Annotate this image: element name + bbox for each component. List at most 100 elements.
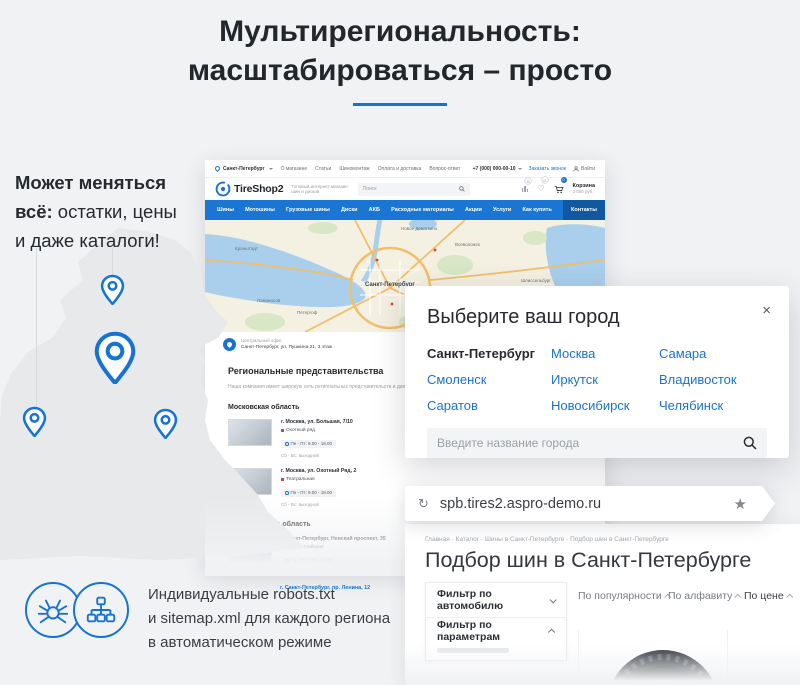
city-list: Санкт-Петербург Москва Самара Смоленск И… xyxy=(427,346,767,413)
chevron-up-icon xyxy=(786,593,793,600)
nav-item-disks[interactable]: Диски xyxy=(341,207,358,213)
wishlist-count-badge: 0 xyxy=(542,177,548,183)
side-note-line1: Может меняться xyxy=(15,172,166,193)
compare-button[interactable]: 0 xyxy=(522,186,532,192)
catalog-panel: Главная Каталог Шины в Санкт-Петербурге … xyxy=(405,524,800,685)
search-icon[interactable] xyxy=(743,436,757,450)
location-pin-icon-large xyxy=(93,331,137,389)
filter-box: Фильтр по автомобилю Фильтр по параметра… xyxy=(425,582,567,661)
svg-text:Всеволожск: Всеволожск xyxy=(455,242,480,247)
close-icon[interactable]: × xyxy=(762,302,771,319)
page-title-line1: Мультирегиональность: xyxy=(0,12,800,51)
topbar-link-about[interactable]: О магазине xyxy=(281,166,308,172)
site-tagline: Топовый интернет-магазин шин и дисков xyxy=(291,184,347,195)
url-text[interactable]: spb.tires2.aspro-demo.ru xyxy=(440,496,734,512)
filter-faded-option xyxy=(426,644,566,660)
topbar-link-articles[interactable]: Статьи xyxy=(315,166,331,172)
page-title-line2: масштабироваться – просто xyxy=(0,51,800,90)
site-logo-text[interactable]: TireShop2 xyxy=(234,183,283,195)
heart-icon: ♡ xyxy=(537,185,544,193)
pin-connector-line xyxy=(36,248,37,406)
nav-item-services[interactable]: Услуги xyxy=(493,207,511,213)
nav-item-moto[interactable]: Мотошины xyxy=(245,207,275,213)
nav-item-promo[interactable]: Акции xyxy=(465,207,482,213)
city-link-saratov[interactable]: Саратов xyxy=(427,398,551,413)
accent-divider xyxy=(353,103,447,106)
product-grid-divider xyxy=(578,630,579,685)
sort-by-price[interactable]: По цене xyxy=(744,590,793,602)
cart-button[interactable]: 0 xyxy=(554,185,567,194)
cart-total: 3 000 руб. xyxy=(573,189,596,195)
city-select-modal: Выберите ваш город × Санкт-Петербург Мос… xyxy=(405,286,789,458)
side-note-line3: и даже каталоги! xyxy=(15,226,177,255)
compare-count-badge: 0 xyxy=(525,178,531,184)
topbar-link-faq[interactable]: Вопрос-ответ xyxy=(429,166,460,172)
topbar-link-service[interactable]: Шиномонтаж xyxy=(339,166,369,172)
product-grid-divider xyxy=(727,630,728,685)
breadcrumb-current: Подбор шин в Санкт-Петербурге xyxy=(570,536,669,543)
filter-by-params-button[interactable]: Фильтр по параметрам xyxy=(426,617,566,644)
topbar-city-selector[interactable]: Санкт-Петербург xyxy=(223,166,265,172)
site-search-input[interactable]: Поиск xyxy=(358,183,470,196)
callback-link[interactable]: Заказать звонок xyxy=(529,166,566,172)
bookmark-star-icon[interactable]: ★ xyxy=(734,495,747,513)
geo-pin-icon xyxy=(214,165,221,172)
nav-item-akb[interactable]: АКБ xyxy=(369,207,380,213)
page-title: Мультирегиональность: масштабироваться –… xyxy=(0,12,800,90)
side-note: Может меняться всё: остатки, цены и даже… xyxy=(15,168,177,255)
city-link-samara[interactable]: Самара xyxy=(659,346,767,361)
login-link[interactable]: Войти xyxy=(573,166,595,172)
location-pin-icon xyxy=(100,274,125,310)
user-icon xyxy=(573,166,579,172)
city-link-moscow[interactable]: Москва xyxy=(551,346,659,361)
sitemap-icon xyxy=(73,582,129,638)
nav-item-truck[interactable]: Грузовые шины xyxy=(286,207,330,213)
tire-product-image[interactable] xyxy=(605,634,715,685)
city-link-irkutsk[interactable]: Иркутск xyxy=(551,372,659,387)
browser-address-bar: ↻ spb.tires2.aspro-demo.ru ★ xyxy=(405,486,775,521)
breadcrumb-catalog[interactable]: Каталог xyxy=(456,536,485,543)
cart-icon xyxy=(554,185,564,194)
filter-by-car-button[interactable]: Фильтр по автомобилю xyxy=(426,583,566,617)
page: Мультирегиональность: масштабироваться –… xyxy=(0,0,800,685)
wishlist-button[interactable]: ♡ 0 xyxy=(537,185,547,193)
tireshop-logo-icon xyxy=(215,181,231,197)
location-pin-icon xyxy=(22,406,47,442)
city-link-novosibirsk[interactable]: Новосибирск xyxy=(551,398,659,413)
topbar-link-delivery[interactable]: Оплата и доставка xyxy=(378,166,422,172)
nav-item-tires[interactable]: Шины xyxy=(217,207,234,213)
catalog-title: Подбор шин в Санкт-Петербурге xyxy=(425,548,751,573)
breadcrumb-tires[interactable]: Шины в Санкт-Петербурге xyxy=(485,536,570,543)
chevron-down-icon xyxy=(518,168,522,170)
breadcrumb: Главная Каталог Шины в Санкт-Петербурге … xyxy=(425,536,669,543)
sort-by-popularity[interactable]: По популярности xyxy=(578,590,671,602)
side-note-line2: остатки, цены xyxy=(53,201,177,222)
city-link-smolensk[interactable]: Смоленск xyxy=(427,372,551,387)
sort-by-alphabet[interactable]: По алфавиту xyxy=(668,590,741,602)
chevron-up-icon xyxy=(735,593,742,600)
city-link-chelyabinsk[interactable]: Челябинск xyxy=(659,398,767,413)
city-link-spb[interactable]: Санкт-Петербург xyxy=(427,346,551,361)
svg-text:Шлиссельбург: Шлиссельбург xyxy=(521,278,551,283)
location-pin-icon xyxy=(153,408,178,444)
chevron-up-icon xyxy=(548,628,555,635)
modal-title: Выберите ваш город xyxy=(427,306,767,329)
nav-item-howto[interactable]: Как купить xyxy=(522,207,551,213)
chevron-down-icon xyxy=(269,168,273,170)
cart-count-badge: 0 xyxy=(561,177,567,183)
site-header: TireShop2 Топовый интернет-магазин шин и… xyxy=(205,178,605,200)
cart-summary[interactable]: Корзина 3 000 руб. xyxy=(573,183,596,195)
site-main-nav: Шины Мотошины Грузовые шины Диски АКБ Ра… xyxy=(205,200,605,220)
reload-icon[interactable]: ↻ xyxy=(418,496,429,512)
site-topbar: Санкт-Петербург О магазине Статьи Шиномо… xyxy=(205,160,605,178)
nav-item-materials[interactable]: Расходные материалы xyxy=(391,207,454,213)
city-search-input[interactable] xyxy=(437,436,743,450)
compare-icon xyxy=(522,186,529,192)
search-icon xyxy=(459,186,465,192)
topbar-phone[interactable]: +7 (000) 000-00-10 xyxy=(473,166,516,172)
city-link-vladivostok[interactable]: Владивосток xyxy=(659,372,767,387)
nav-item-contacts[interactable]: Контакты xyxy=(563,200,605,220)
feature-description: Индивидуальные robots.txt и sitemap.xml … xyxy=(148,583,390,655)
breadcrumb-home[interactable]: Главная xyxy=(425,536,456,543)
svg-text:Новое Девяткино: Новое Девяткино xyxy=(401,226,438,231)
